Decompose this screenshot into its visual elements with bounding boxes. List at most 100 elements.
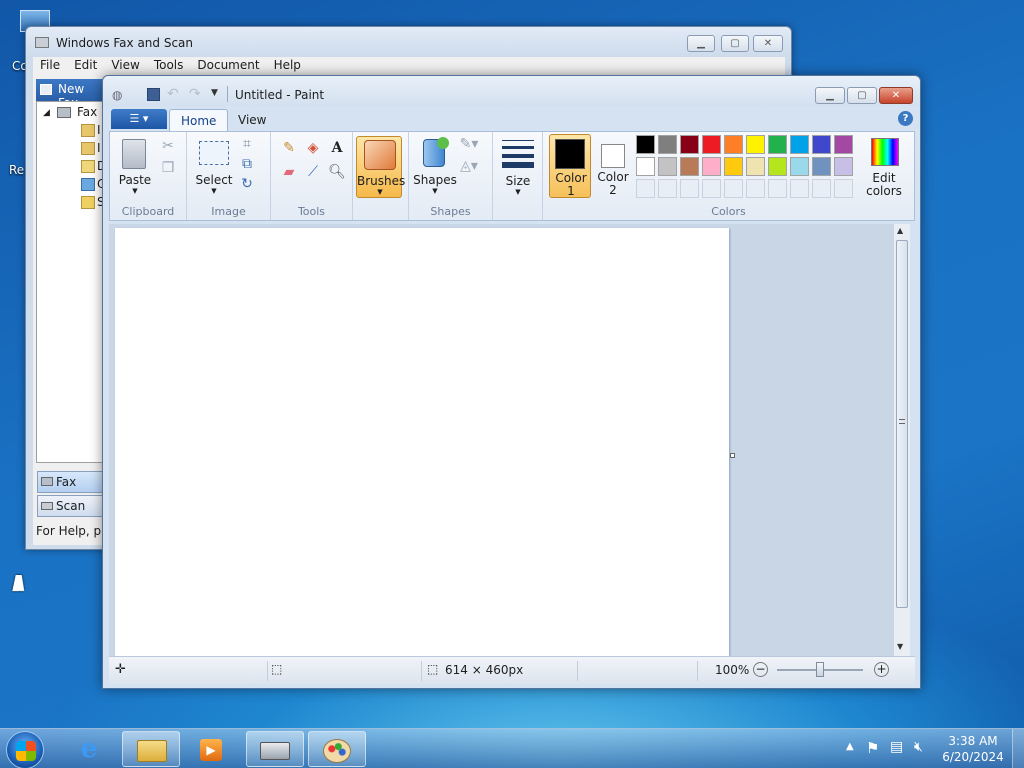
- color1-button[interactable]: Color 1: [549, 134, 591, 198]
- network-icon[interactable]: ▤: [890, 739, 903, 755]
- action-center-flag-icon[interactable]: ⚑: [866, 739, 879, 757]
- tree-expand-icon[interactable]: ◢: [43, 108, 50, 118]
- palette-swatch[interactable]: [680, 135, 699, 154]
- palette-swatch-empty[interactable]: [680, 179, 699, 198]
- outline-icon[interactable]: ✎▾: [459, 134, 479, 154]
- taskbar-fax-and-scan[interactable]: [246, 731, 304, 767]
- fill-bucket-icon[interactable]: ◈: [303, 138, 323, 158]
- palette-swatch[interactable]: [636, 157, 655, 176]
- help-icon[interactable]: ?: [898, 111, 913, 126]
- save-icon[interactable]: [147, 88, 160, 101]
- palette-swatch[interactable]: [636, 135, 655, 154]
- rotate-icon[interactable]: ↻: [237, 174, 257, 194]
- palette-swatch-empty[interactable]: [702, 179, 721, 198]
- clock[interactable]: 3:38 AM 6/20/2024: [942, 733, 1004, 765]
- palette-swatch[interactable]: [724, 135, 743, 154]
- scroll-up-icon[interactable]: ▲: [897, 226, 903, 235]
- paint-app-icon[interactable]: ◍: [112, 88, 128, 102]
- show-hidden-icons-icon[interactable]: ▲: [846, 741, 854, 752]
- menu-view[interactable]: View: [104, 57, 146, 75]
- zoom-in-button[interactable]: +: [874, 662, 889, 677]
- menu-document[interactable]: Document: [190, 57, 266, 75]
- palette-swatch[interactable]: [768, 157, 787, 176]
- color-picker-icon[interactable]: ⟋: [303, 162, 323, 182]
- palette-swatch[interactable]: [680, 157, 699, 176]
- paint-title-bar[interactable]: ◍ ↶ ↷ ▼ Untitled - Paint ▁ ▢ ✕: [103, 76, 920, 106]
- palette-swatch[interactable]: [834, 157, 853, 176]
- tree-item[interactable]: I: [97, 141, 101, 155]
- paste-button[interactable]: Paste ▼: [116, 135, 154, 197]
- tab-view[interactable]: View: [227, 109, 277, 131]
- palette-swatch[interactable]: [658, 135, 677, 154]
- palette-swatch[interactable]: [746, 157, 765, 176]
- taskbar-internet-explorer[interactable]: e: [60, 731, 118, 767]
- palette-swatch-empty[interactable]: [812, 179, 831, 198]
- palette-swatch[interactable]: [812, 135, 831, 154]
- fax-title-bar[interactable]: Windows Fax and Scan ▁ ▢ ✕: [26, 27, 791, 57]
- vertical-scrollbar[interactable]: ▲ ▼: [893, 224, 910, 656]
- palette-swatch[interactable]: [746, 135, 765, 154]
- drawing-canvas[interactable]: [115, 228, 729, 656]
- text-icon[interactable]: A: [327, 138, 347, 158]
- fax-view-button[interactable]: Fax: [37, 471, 109, 493]
- brushes-button[interactable]: Brushes ▼: [356, 136, 405, 198]
- menu-tools[interactable]: Tools: [147, 57, 191, 75]
- size-button[interactable]: Size ▼: [497, 136, 539, 198]
- palette-swatch-empty[interactable]: [790, 179, 809, 198]
- show-desktop-button[interactable]: [1012, 729, 1024, 768]
- palette-swatch-empty[interactable]: [834, 179, 853, 198]
- zoom-slider-thumb[interactable]: [816, 662, 824, 677]
- crop-icon[interactable]: ⌗: [237, 134, 257, 154]
- shape-fill-icon[interactable]: ◬▾: [459, 156, 479, 176]
- menu-edit[interactable]: Edit: [67, 57, 104, 75]
- scroll-down-icon[interactable]: ▼: [897, 642, 903, 651]
- palette-swatch-empty[interactable]: [636, 179, 655, 198]
- tree-item[interactable]: I: [97, 123, 101, 137]
- taskbar-media-player[interactable]: ▶: [184, 731, 242, 767]
- palette-swatch[interactable]: [790, 157, 809, 176]
- palette-swatch[interactable]: [768, 135, 787, 154]
- shapes-button[interactable]: Shapes ▼: [413, 135, 457, 197]
- paint-file-menu-button[interactable]: ☰ ▾: [111, 109, 167, 129]
- palette-swatch-empty[interactable]: [768, 179, 787, 198]
- eraser-icon[interactable]: ▰: [279, 162, 299, 182]
- palette-swatch[interactable]: [724, 157, 743, 176]
- tree-root-fax[interactable]: Fax: [77, 105, 97, 119]
- menu-help[interactable]: Help: [267, 57, 308, 75]
- paint-maximize-button[interactable]: ▢: [847, 87, 877, 104]
- scan-view-button[interactable]: Scan: [37, 495, 109, 517]
- palette-swatch[interactable]: [812, 157, 831, 176]
- undo-icon[interactable]: ↶: [167, 86, 179, 102]
- cut-icon[interactable]: ✂: [158, 136, 178, 156]
- zoom-out-button[interactable]: −: [753, 662, 768, 677]
- palette-swatch[interactable]: [658, 157, 677, 176]
- fax-close-button[interactable]: ✕: [753, 35, 783, 52]
- tab-home[interactable]: Home: [169, 109, 229, 131]
- magnifier-icon[interactable]: 🔍︎: [327, 162, 347, 182]
- palette-swatch-empty[interactable]: [746, 179, 765, 198]
- paint-close-button[interactable]: ✕: [879, 87, 913, 104]
- taskbar-file-explorer[interactable]: [122, 731, 180, 767]
- pencil-icon[interactable]: ✎: [279, 138, 299, 158]
- palette-swatch-empty[interactable]: [724, 179, 743, 198]
- redo-icon[interactable]: ↷: [189, 86, 201, 102]
- fax-maximize-button[interactable]: ▢: [721, 35, 749, 52]
- new-fax-button[interactable]: New Fax: [36, 79, 108, 110]
- copy-icon[interactable]: ❐: [158, 158, 178, 178]
- palette-swatch[interactable]: [702, 135, 721, 154]
- menu-file[interactable]: File: [33, 57, 67, 75]
- palette-swatch[interactable]: [790, 135, 809, 154]
- palette-swatch[interactable]: [834, 135, 853, 154]
- color2-button[interactable]: Color 2: [593, 134, 633, 198]
- palette-swatch-empty[interactable]: [658, 179, 677, 198]
- volume-muted-icon[interactable]: 🔇︎: [914, 739, 923, 755]
- palette-swatch[interactable]: [702, 157, 721, 176]
- quick-access-dropdown-icon[interactable]: ▼: [211, 88, 218, 98]
- taskbar-paint[interactable]: [308, 731, 366, 767]
- scrollbar-thumb[interactable]: [896, 240, 908, 608]
- resize-icon[interactable]: ⧉: [237, 154, 257, 174]
- fax-minimize-button[interactable]: ▁: [687, 35, 715, 52]
- paint-minimize-button[interactable]: ▁: [815, 87, 845, 104]
- select-button[interactable]: Select ▼: [193, 135, 233, 197]
- canvas-resize-handle[interactable]: [730, 453, 735, 458]
